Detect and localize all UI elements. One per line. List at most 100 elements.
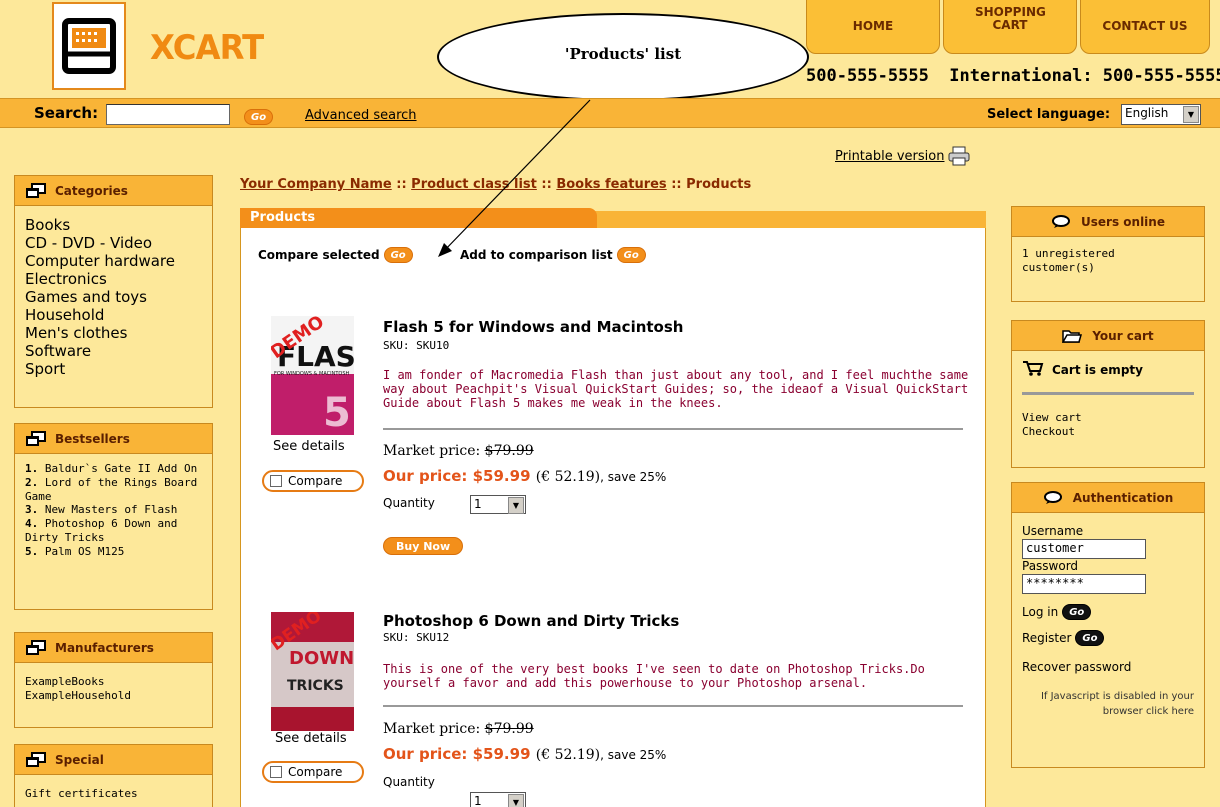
breadcrumb-sep: :: (666, 177, 687, 192)
users-online-header: Users online (1012, 207, 1204, 237)
our-price: Our price: $59.99 (€ 52.19), save 25% (383, 467, 666, 485)
quantity-value: 1 (474, 794, 482, 807)
printable-version-link[interactable]: Printable version (835, 149, 944, 164)
annotation-text: 'Products' list (564, 45, 682, 63)
logo[interactable] (52, 2, 126, 90)
search-go-button[interactable]: Go (244, 109, 274, 125)
see-details-link[interactable]: See details (275, 731, 347, 746)
view-cart-link[interactable]: View cart (1022, 411, 1194, 425)
product-description: I am fonder of Macromedia Flash than jus… (383, 368, 969, 410)
register-go-button[interactable]: Go (1075, 630, 1105, 646)
authentication-header: Authentication (1012, 483, 1204, 513)
password-label: Password (1022, 559, 1079, 573)
category-item[interactable]: Sport (25, 360, 202, 378)
market-price-label: Market price: (383, 443, 481, 459)
product-image[interactable]: FLASH FOR WINDOWS & MACINTOSH 5 DEMO (271, 316, 354, 435)
recover-password-link[interactable]: Recover password (1022, 660, 1194, 675)
product-description: This is one of the very best books I've … (383, 662, 925, 690)
your-cart-header: Your cart (1012, 321, 1204, 351)
market-price-value: $79.99 (484, 443, 534, 459)
cart-logo-icon (62, 18, 116, 74)
special-box: Special Gift certificates (14, 744, 213, 807)
chevron-down-icon: ▼ (508, 497, 524, 514)
your-cart-box: Your cart Cart is empty View cart Checko… (1011, 320, 1205, 468)
compare-selected-go-button[interactable]: Go (383, 247, 413, 263)
login-row: Log in Go (1022, 604, 1194, 620)
category-item[interactable]: Electronics (25, 270, 202, 288)
bestseller-num: 4. (25, 517, 39, 530)
compare-selected-label: Compare selected (258, 248, 380, 262)
printable-version[interactable]: Printable version (835, 146, 970, 166)
save-text: , save 25% (600, 748, 667, 762)
compare-label: Compare (288, 474, 343, 488)
bestseller-num: 2. (25, 475, 39, 489)
category-item[interactable]: Household (25, 306, 202, 324)
bestseller-item[interactable]: 4. Photoshop 6 Down and Dirty Tricks (25, 517, 202, 545)
category-item[interactable]: Games and toys (25, 288, 202, 306)
special-item[interactable]: Gift certificates (25, 787, 202, 801)
username-input[interactable]: customer (1022, 539, 1146, 559)
password-input[interactable]: ******** (1022, 574, 1146, 594)
product-sku: SKU: SKU12 (383, 631, 450, 644)
quantity-select[interactable]: 1 ▼ (470, 792, 526, 807)
our-price: Our price: $59.99 (€ 52.19), save 25% (383, 745, 666, 763)
cart-links: View cart Checkout (1012, 395, 1204, 445)
tab-contact-us[interactable]: CONTACT US (1080, 0, 1210, 54)
manufacturer-item[interactable]: ExampleBooks (25, 675, 202, 689)
shopping-cart-icon (1022, 359, 1044, 380)
annotation-arrow (438, 99, 591, 257)
category-item[interactable]: Men's clothes (25, 324, 202, 342)
bestseller-item[interactable]: 2. Lord of the Rings Board Game (25, 476, 202, 504)
cart-status-text: Cart is empty (1052, 362, 1143, 377)
compare-button[interactable]: Compare (262, 470, 364, 492)
buy-now-button[interactable]: Buy Now (383, 537, 464, 555)
market-price-label: Market price: (383, 721, 481, 737)
bestseller-item[interactable]: 1. Baldur`s Gate II Add On (25, 462, 202, 476)
compare-button[interactable]: Compare (262, 761, 364, 783)
category-item[interactable]: CD - DVD - Video (25, 234, 202, 252)
product-title[interactable]: Photoshop 6 Down and Dirty Tricks (383, 612, 679, 630)
password-value: ******** (1026, 576, 1084, 590)
quantity-label: Quantity (383, 775, 435, 789)
window-icon (25, 430, 47, 447)
language-select[interactable]: English ▼ (1121, 104, 1201, 125)
bestseller-item[interactable]: 3. New Masters of Flash (25, 503, 202, 517)
bestseller-item[interactable]: 5. Palm OS M125 (25, 545, 202, 559)
category-item[interactable]: Software (25, 342, 202, 360)
language-value: English (1125, 106, 1169, 120)
our-price-eur: (€ 52.19) (535, 747, 601, 763)
compare-checkbox[interactable] (270, 766, 282, 778)
category-item[interactable]: Books (25, 216, 202, 234)
breadcrumb-company[interactable]: Your Company Name (240, 177, 392, 192)
checkout-link[interactable]: Checkout (1022, 425, 1194, 439)
register-row: Register Go (1022, 630, 1194, 646)
tab-home-label: HOME (852, 18, 894, 33)
save-text: , save 25% (600, 470, 667, 484)
manufacturer-item[interactable]: ExampleHousehold (25, 689, 202, 703)
our-price-value: $59.99 (472, 467, 531, 485)
search-input[interactable] (106, 104, 230, 125)
login-go-button[interactable]: Go (1062, 604, 1092, 620)
book-cover-icon: DOWN TRICKS DEMO (271, 612, 354, 731)
manufacturers-header: Manufacturers (15, 633, 212, 663)
login-label: Log in (1022, 604, 1059, 619)
product-image[interactable]: DOWN TRICKS DEMO (271, 612, 354, 731)
tab-shopping-cart[interactable]: SHOPPING CART (943, 0, 1077, 54)
tab-home[interactable]: HOME (806, 0, 940, 54)
authentication-box: Authentication Username customer Passwor… (1011, 482, 1205, 768)
js-disabled-note[interactable]: If Javascript is disabled in your browse… (1022, 689, 1194, 719)
bestseller-num: 3. (25, 503, 39, 517)
product-title[interactable]: Flash 5 for Windows and Macintosh (383, 318, 683, 336)
tab-contact-us-label: CONTACT US (1102, 18, 1188, 33)
quantity-select[interactable]: 1 ▼ (470, 495, 526, 514)
compare-checkbox[interactable] (270, 475, 282, 487)
cover-title: DOWN (289, 648, 354, 669)
see-details-link[interactable]: See details (273, 439, 345, 454)
advanced-search-link[interactable]: Advanced search (305, 108, 417, 123)
special-list: Gift certificates (15, 775, 212, 807)
username-value: customer (1026, 541, 1084, 555)
bestseller-name: New Masters of Flash (44, 503, 178, 517)
manufacturers-box: Manufacturers ExampleBooks ExampleHouseh… (14, 632, 213, 728)
book-cover-icon: FLASH FOR WINDOWS & MACINTOSH 5 DEMO (271, 316, 354, 435)
category-item[interactable]: Computer hardware (25, 252, 202, 270)
